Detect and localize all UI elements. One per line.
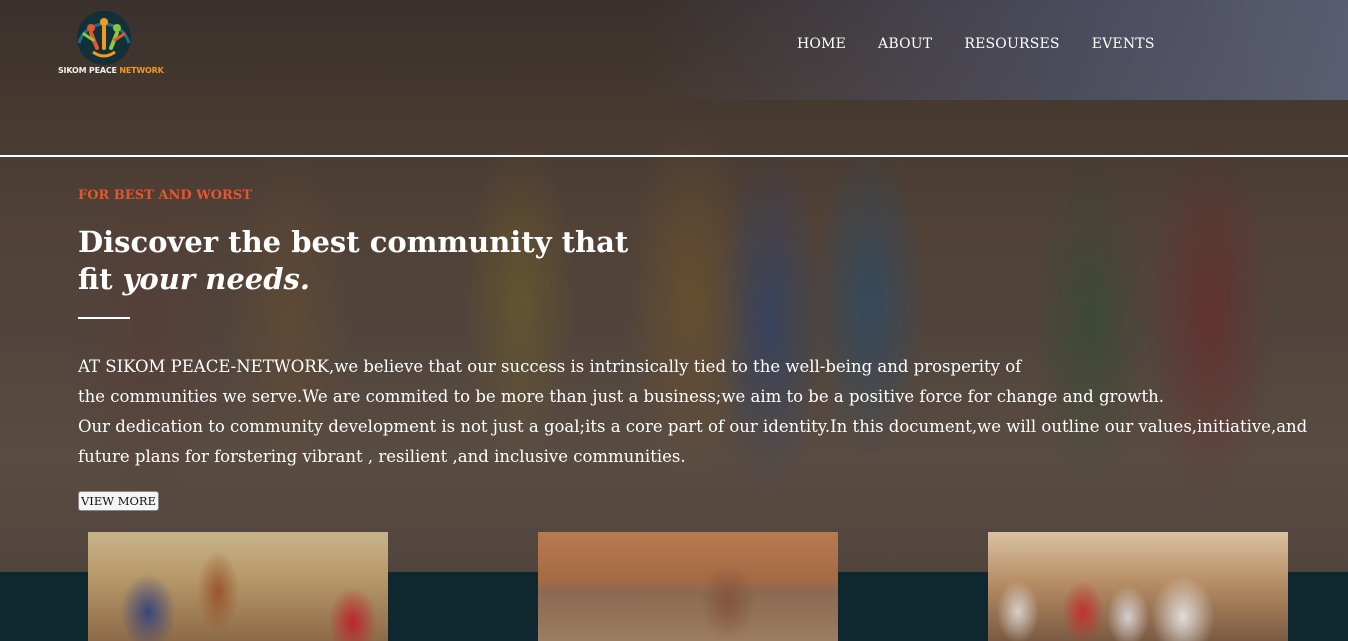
hero-description: AT SIKOM PEACE-NETWORK,we believe that o… [78, 352, 1338, 472]
description-line-4: future plans for forstering vibrant , re… [78, 447, 686, 466]
nav-home-link[interactable]: HOME [797, 36, 846, 52]
headline-line-1: Discover the best community that [78, 225, 629, 259]
site-logo[interactable]: SIKOM PEACE NETWORK [58, 8, 164, 86]
header-divider [0, 155, 1348, 157]
description-line-3: Our dedication to community development … [78, 417, 1308, 436]
headline-emphasis: your needs. [122, 262, 310, 296]
main-nav: HOME ABOUT RESOURSES EVENTS [797, 36, 1187, 52]
logo-text: SIKOM PEACE NETWORK [58, 66, 164, 75]
community-photo-card-2[interactable] [538, 532, 838, 641]
nav-events-link[interactable]: EVENTS [1092, 36, 1155, 52]
headline-underline [78, 317, 130, 319]
view-more-button[interactable]: VIEW MORE [78, 491, 159, 511]
headline-line-2-prefix: fit [78, 262, 123, 296]
logo-text-accent: NETWORK [119, 66, 164, 75]
peace-network-logo-icon [77, 11, 131, 65]
nav-resources-link[interactable]: RESOURSES [964, 36, 1059, 52]
description-line-2: the communities we serve.We are commited… [78, 387, 1164, 406]
nav-about-link[interactable]: ABOUT [878, 36, 932, 52]
community-photo-card-1[interactable] [88, 532, 388, 641]
community-photo-card-3[interactable] [988, 532, 1288, 641]
hero-headline: Discover the best community that fit you… [78, 224, 638, 298]
hero-kicker: FOR BEST AND WORST [78, 188, 252, 203]
logo-text-primary: SIKOM PEACE [58, 66, 117, 75]
description-line-1: AT SIKOM PEACE-NETWORK,we believe that o… [78, 357, 1022, 376]
